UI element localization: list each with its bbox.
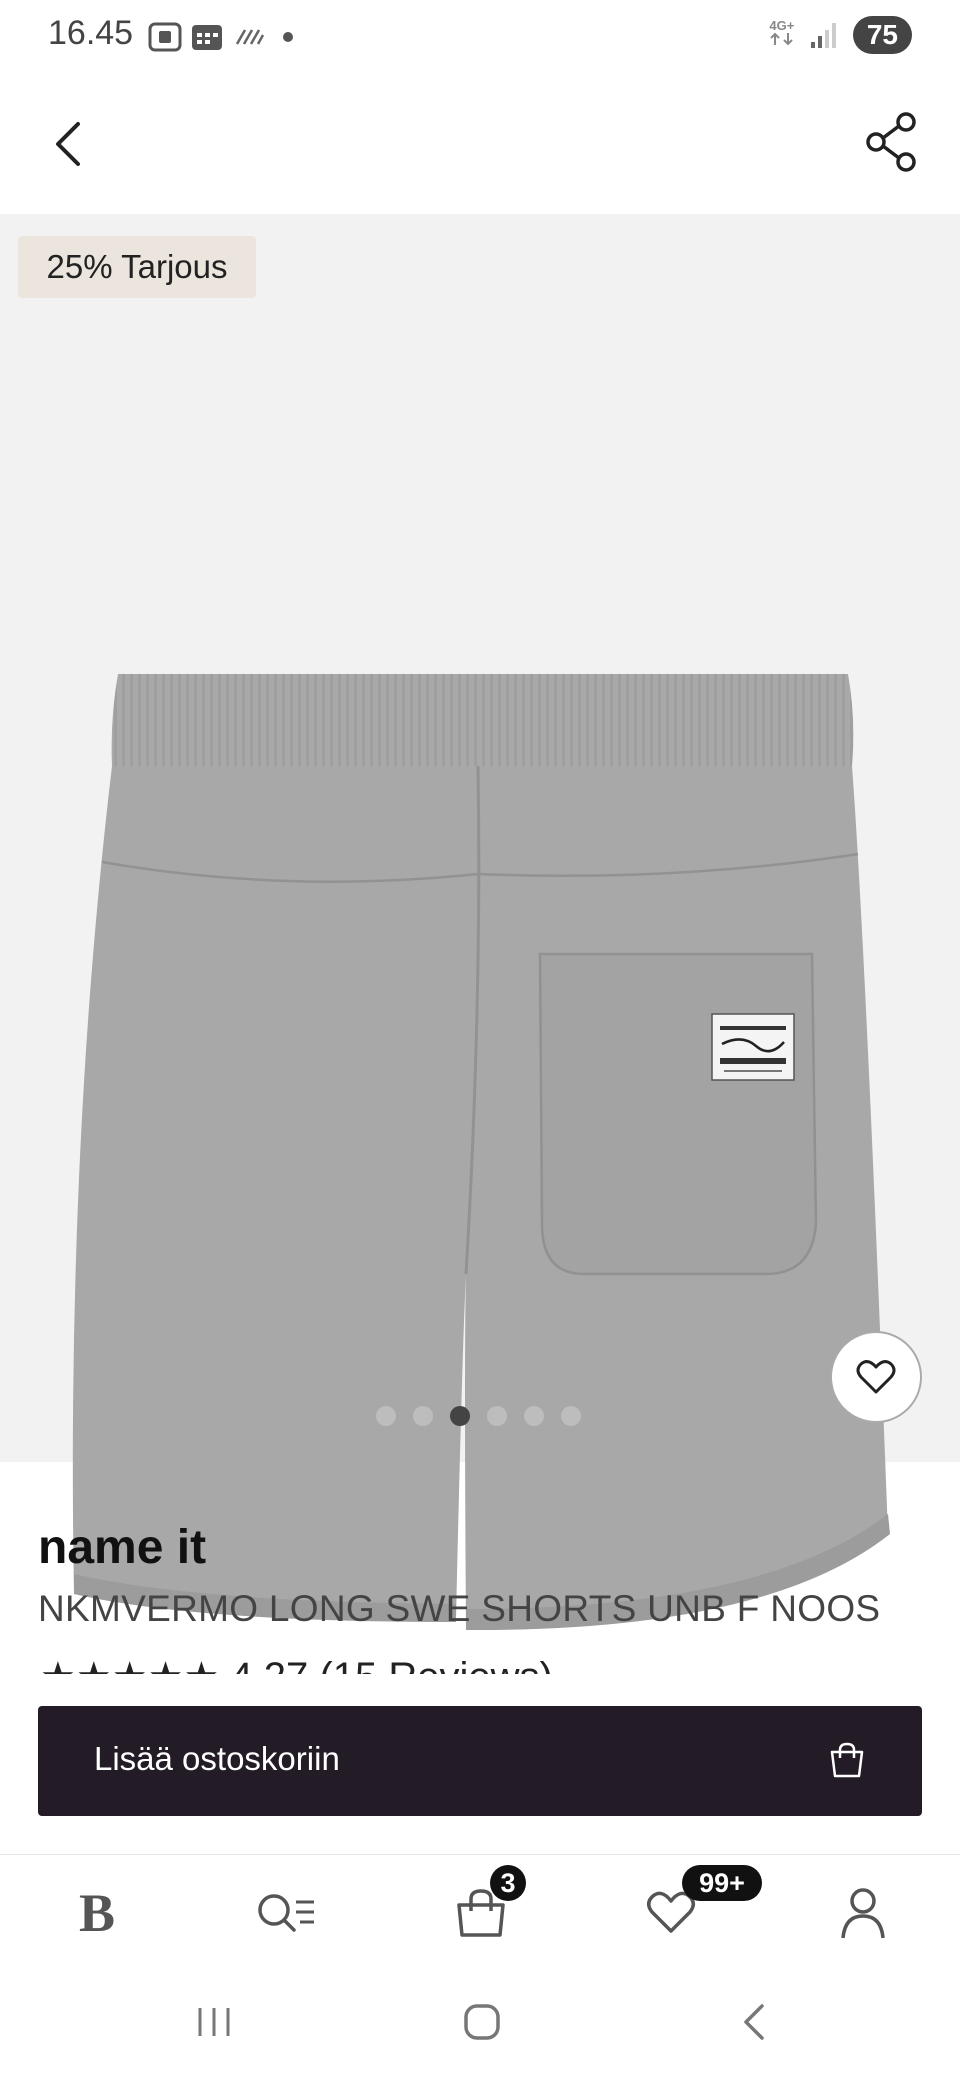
screenshot-icon: [148, 22, 182, 57]
nav-favorites[interactable]: 99+: [636, 1865, 762, 1943]
nav-home[interactable]: B: [62, 1883, 132, 1943]
product-name: NKMVERMO LONG SWE SHORTS UNB F NOOS: [38, 1588, 881, 1629]
product-image: [72, 674, 890, 1631]
add-to-favorites-button[interactable]: [830, 1331, 922, 1423]
shopping-bag-icon: [830, 1742, 864, 1778]
system-navigation-bar: [0, 1978, 960, 2080]
calendar-icon: [190, 22, 224, 57]
image-pagination[interactable]: [376, 1406, 581, 1426]
product-image-gallery[interactable]: 25% Tarjous: [0, 214, 960, 1631]
share-button[interactable]: [862, 110, 922, 174]
network-label: 4G+: [769, 18, 795, 33]
pagination-dot[interactable]: [376, 1406, 396, 1426]
home-icon: [464, 2004, 500, 2040]
pagination-dot[interactable]: [524, 1406, 544, 1426]
review-count: (15 Reviews): [319, 1655, 552, 1674]
search-list-icon: [258, 1894, 314, 1932]
battery-indicator: 75: [852, 16, 912, 54]
share-icon: [866, 112, 916, 172]
cart-count-badge: 3: [490, 1865, 526, 1901]
chevron-left-icon: [56, 122, 80, 166]
signal-icon: [810, 23, 836, 48]
home-button[interactable]: [462, 2002, 502, 2047]
rating-stars: ★★★★★: [40, 1655, 219, 1674]
heart-icon: [856, 1360, 896, 1394]
nav-search[interactable]: [252, 1883, 322, 1943]
product-rating[interactable]: ★★★★★ 4.27 (15 Reviews): [40, 1650, 740, 1674]
back-button[interactable]: [44, 114, 92, 174]
nfc-icon: [234, 22, 266, 57]
product-brand[interactable]: name it: [38, 1520, 206, 1575]
offer-badge: 25% Tarjous: [18, 236, 256, 298]
add-to-cart-area: Lisää ostoskoriin: [0, 1676, 960, 1854]
pagination-dot[interactable]: [561, 1406, 581, 1426]
add-to-cart-button[interactable]: Lisää ostoskoriin: [38, 1706, 922, 1816]
notification-dot-icon: [282, 30, 294, 48]
data-arrows-icon: [770, 32, 793, 46]
favorites-count-badge: 99+: [682, 1865, 762, 1901]
bottom-navigation: B 3 99+: [0, 1854, 960, 1979]
pagination-dot[interactable]: [413, 1406, 433, 1426]
nav-cart[interactable]: 3: [446, 1865, 526, 1943]
pagination-dot[interactable]: [487, 1406, 507, 1426]
add-to-cart-label: Lisää ostoskoriin: [94, 1740, 340, 1777]
brand-logo-icon: B: [78, 1883, 116, 1943]
system-back-button[interactable]: [734, 2002, 774, 2047]
back-arrow-icon: [744, 2004, 764, 2040]
profile-icon: [841, 1888, 885, 1939]
network-indicator: 4G+: [769, 19, 795, 51]
status-time: 16.45: [48, 14, 134, 52]
top-navigation: [0, 72, 960, 214]
recent-apps-button[interactable]: [194, 2002, 234, 2047]
recent-apps-icon: [198, 2008, 230, 2036]
pagination-dot-active[interactable]: [450, 1406, 470, 1426]
nav-profile[interactable]: [828, 1883, 898, 1943]
rating-value: 4.27: [230, 1655, 308, 1674]
status-bar: 16.45 4G+ 75: [0, 0, 960, 72]
